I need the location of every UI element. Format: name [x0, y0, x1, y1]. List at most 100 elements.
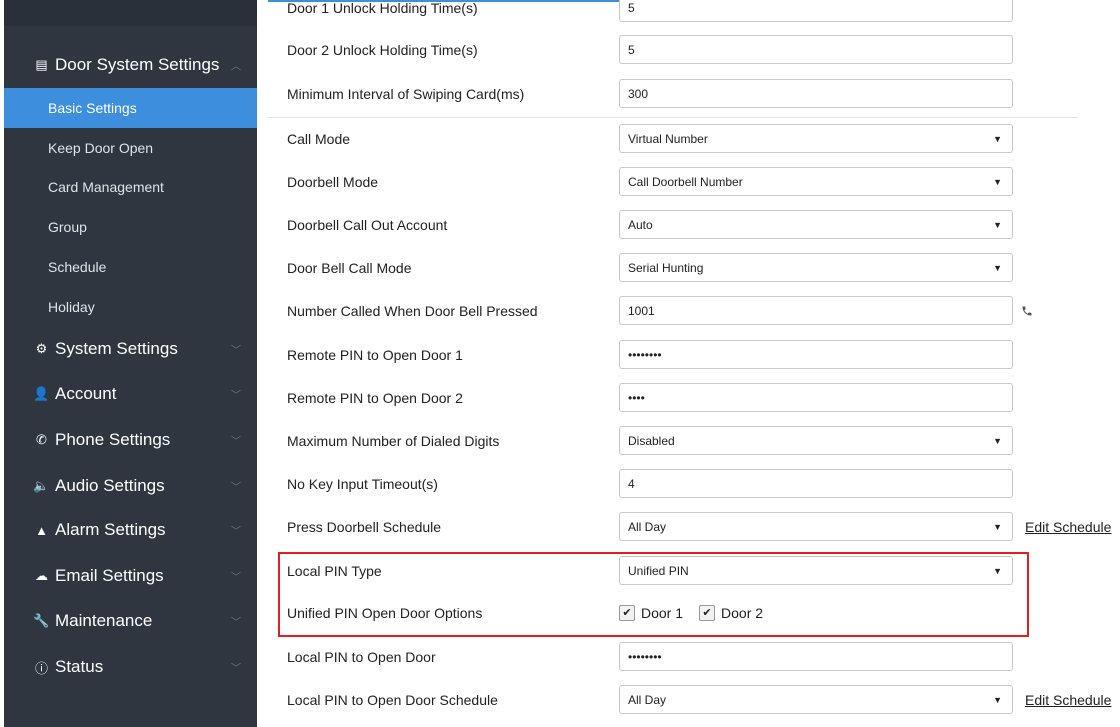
sidebar: ▤ Door System Settings ︿ Basic Settings … [4, 0, 257, 727]
number-called-door-bell-input[interactable]: 1001 [619, 296, 1013, 325]
nav-item-label: Schedule [48, 259, 107, 275]
no-key-input-timeout-input[interactable]: 4 [619, 469, 1013, 498]
row-minimum-interval-swiping-card: Minimum Interval of Swiping Card(ms) 300 [257, 72, 1120, 115]
nav-account[interactable]: 👤 Account ﹀ [4, 372, 257, 416]
nav-item-group[interactable]: Group [4, 207, 257, 247]
chevron-up-icon: ︿ [231, 61, 241, 73]
local-pin-open-door-input[interactable]: •••••••• [619, 642, 1013, 671]
caret-down-icon: ▼ [993, 262, 1002, 273]
field-label: Number Called When Door Bell Pressed [287, 302, 538, 319]
nav-item-label: Group [48, 219, 87, 235]
nav-label: Phone Settings [55, 430, 171, 449]
nav-item-card-management[interactable]: Card Management [4, 167, 257, 207]
row-doorbell-mode: Doorbell Mode Call Doorbell Number ▼ [257, 160, 1120, 203]
nav-phone-settings[interactable]: ✆ Phone Settings ﹀ [4, 418, 257, 462]
caret-down-icon: ▼ [993, 219, 1002, 230]
sidebar-top-band [4, 0, 257, 26]
cloud-upload-icon: ☁ [35, 568, 48, 583]
row-door-2-unlock-holding-time: Door 2 Unlock Holding Time(s) 5 [257, 28, 1120, 71]
chevron-down-icon: ﹀ [231, 345, 241, 357]
row-door-1-unlock-holding-time: Door 1 Unlock Holding Time(s) 5 [257, 0, 1120, 29]
caret-down-icon: ▼ [993, 133, 1002, 144]
nav-item-keep-door-open[interactable]: Keep Door Open [4, 128, 257, 168]
nav-alarm-settings[interactable]: ▲ Alarm Settings ﹀ [4, 508, 257, 552]
press-doorbell-schedule-select[interactable]: All Day ▼ [619, 512, 1013, 541]
nav-item-label: Holiday [48, 299, 95, 315]
info-icon: ⓘ [34, 660, 48, 676]
minimum-interval-swiping-card-input[interactable]: 300 [619, 79, 1013, 108]
row-maximum-dialed-digits: Maximum Number of Dialed Digits Disabled… [257, 419, 1120, 462]
door-2-unlock-holding-time-input[interactable]: 5 [619, 35, 1013, 64]
phone-icon[interactable] [1021, 296, 1033, 325]
door-1-unlock-holding-time-input[interactable]: 5 [619, 0, 1013, 22]
remote-pin-door-2-input[interactable]: •••• [619, 383, 1013, 412]
field-label: Local PIN to Open Door Schedule [287, 691, 498, 708]
field-label: Maximum Number of Dialed Digits [287, 432, 500, 449]
caret-down-icon: ▼ [993, 521, 1002, 532]
remote-pin-door-1-input[interactable]: •••••••• [619, 340, 1013, 369]
wrench-icon: 🔧 [33, 613, 50, 628]
field-value: •••••••• [628, 649, 662, 664]
row-call-mode: Call Mode Virtual Number ▼ [257, 117, 1120, 160]
field-value: Call Doorbell Number [628, 174, 743, 189]
call-mode-select[interactable]: Virtual Number ▼ [619, 124, 1013, 153]
nav-label: Account [55, 384, 117, 403]
edit-schedule-link[interactable]: Edit Schedule [1025, 678, 1111, 721]
chevron-down-icon: ﹀ [231, 663, 241, 675]
field-value: All Day [628, 519, 667, 534]
row-remote-pin-door-2: Remote PIN to Open Door 2 •••• [257, 376, 1120, 419]
chevron-down-icon: ﹀ [231, 436, 241, 448]
caret-down-icon: ▼ [993, 694, 1002, 705]
nav-status[interactable]: ⓘ Status ﹀ [4, 645, 257, 689]
row-local-pin-open-door: Local PIN to Open Door •••••••• [257, 635, 1120, 678]
field-value: Auto [628, 217, 653, 232]
nav-label: Status [55, 657, 104, 676]
edit-schedule-link[interactable]: Edit Schedule [1025, 505, 1111, 548]
doorbell-call-out-account-select[interactable]: Auto ▼ [619, 210, 1013, 239]
field-value: •••• [628, 390, 645, 405]
chevron-down-icon: ﹀ [231, 390, 241, 402]
warning-icon: ▲ [35, 522, 48, 538]
field-value: •••••••• [628, 347, 662, 362]
nav-item-basic-settings[interactable]: Basic Settings [4, 88, 257, 128]
chevron-down-icon: ﹀ [231, 482, 241, 494]
nav-item-label: Keep Door Open [48, 140, 154, 156]
field-label: Doorbell Call Out Account [287, 216, 448, 233]
list-icon: ▤ [35, 57, 48, 72]
nav-system-settings[interactable]: ⚙ System Settings ﹀ [4, 327, 257, 371]
settings-form: Door 1 Unlock Holding Time(s) 5 Door 2 U… [257, 0, 1120, 727]
caret-down-icon: ▼ [993, 435, 1002, 446]
nav-item-schedule[interactable]: Schedule [4, 247, 257, 287]
row-door-bell-call-mode: Door Bell Call Mode Serial Hunting ▼ [257, 246, 1120, 289]
nav-label: Maintenance [55, 611, 153, 630]
phone-icon: ✆ [36, 432, 47, 447]
field-label: No Key Input Timeout(s) [287, 475, 438, 492]
field-label: Remote PIN to Open Door 2 [287, 389, 463, 406]
nav-label: System Settings [55, 339, 178, 358]
row-local-pin-open-door-schedule: Local PIN to Open Door Schedule All Day … [257, 678, 1120, 721]
row-no-key-input-timeout: No Key Input Timeout(s) 4 [257, 462, 1120, 505]
nav-email-settings[interactable]: ☁ Email Settings ﹀ [4, 554, 257, 598]
door-bell-call-mode-select[interactable]: Serial Hunting ▼ [619, 253, 1013, 282]
nav-item-label: Basic Settings [48, 100, 137, 116]
doorbell-mode-select[interactable]: Call Doorbell Number ▼ [619, 167, 1013, 196]
nav-label: Alarm Settings [55, 520, 166, 539]
nav-maintenance[interactable]: 🔧 Maintenance ﹀ [4, 599, 257, 643]
nav-audio-settings[interactable]: 🔈 Audio Settings ﹀ [4, 464, 257, 508]
local-pin-open-door-schedule-select[interactable]: All Day ▼ [619, 685, 1013, 714]
nav-door-system-settings[interactable]: ▤ Door System Settings ︿ [4, 43, 257, 87]
nav-label: Door System Settings [55, 55, 220, 74]
caret-down-icon: ▼ [993, 176, 1002, 187]
field-label: Call Mode [287, 130, 351, 147]
field-value: Disabled [628, 433, 675, 448]
field-value: 5 [628, 42, 635, 57]
chevron-down-icon: ﹀ [231, 526, 241, 538]
maximum-dialed-digits-select[interactable]: Disabled ▼ [619, 426, 1013, 455]
field-value: All Day [628, 692, 667, 707]
field-label: Local PIN to Open Door [287, 648, 436, 665]
nav-label: Email Settings [55, 566, 164, 585]
field-label: Minimum Interval of Swiping Card(ms) [287, 85, 525, 102]
gears-icon: ⚙ [35, 341, 48, 356]
row-press-doorbell-schedule: Press Doorbell Schedule All Day ▼ Edit S… [257, 505, 1120, 548]
nav-item-holiday[interactable]: Holiday [4, 287, 257, 327]
